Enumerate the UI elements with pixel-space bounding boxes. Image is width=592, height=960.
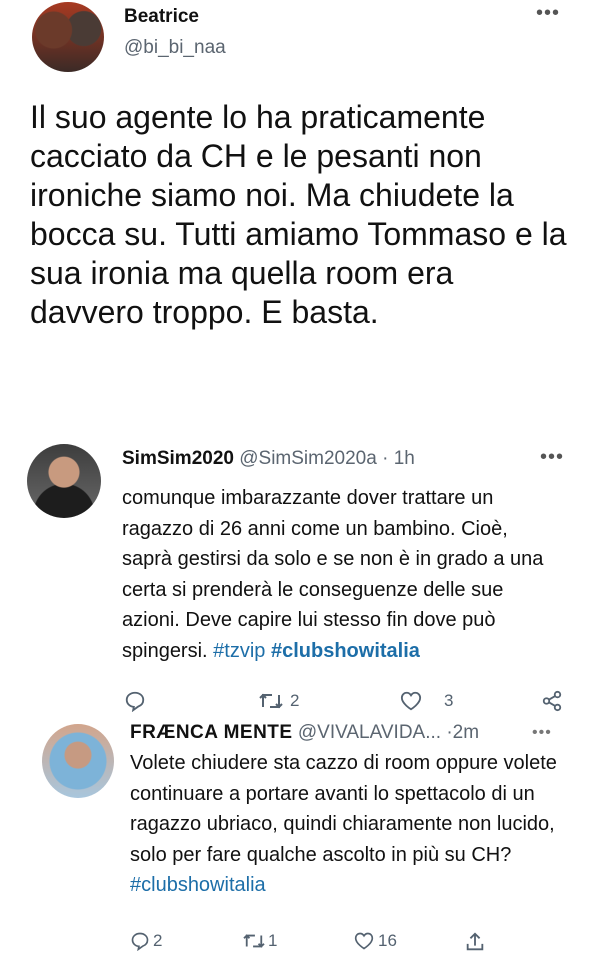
reply1-retweet-count: 2 [290, 691, 300, 710]
reply2-retweet-button[interactable]: 1 [242, 931, 277, 951]
reply2-handle[interactable]: @VIVALAVIDA... [298, 722, 441, 743]
reply2-body: Volete chiudere sta cazzo di room oppure… [130, 752, 557, 866]
reply-icon [124, 690, 146, 712]
reply1-reply-button[interactable] [124, 690, 146, 712]
more-icon[interactable]: ••• [536, 3, 560, 23]
reply2-like-count: 16 [378, 931, 397, 950]
reply2-share-button[interactable] [464, 931, 486, 953]
reply2-retweet-count: 1 [268, 931, 278, 950]
reply2-reply-button[interactable]: 2 [130, 931, 162, 951]
share-icon [464, 931, 486, 953]
reply1-time: · 1h [382, 448, 415, 469]
share-icon [540, 690, 564, 712]
like-icon [398, 690, 424, 712]
reply1-retweet-button[interactable]: 2 [258, 690, 299, 712]
more-icon[interactable]: ••• [532, 725, 552, 741]
main-tweet-text: Il suo agente lo ha praticamente cacciat… [30, 99, 567, 330]
reply1-handle[interactable]: @SimSim2020a [239, 448, 377, 469]
reply1-like-count: 3 [444, 691, 454, 710]
reply2-like-button[interactable]: 16 [352, 931, 397, 951]
like-icon [352, 931, 376, 951]
reply-icon [130, 931, 150, 951]
retweet-icon [242, 931, 266, 951]
reply2-text: Volete chiudere sta cazzo di room oppure… [130, 748, 570, 901]
main-tweet-avatar[interactable] [32, 2, 104, 72]
reply2-header: FRÆNCA MENTE @VIVALAVIDA... ·2m [130, 722, 479, 744]
more-icon[interactable]: ••• [540, 447, 564, 467]
reply1-avatar[interactable] [27, 444, 101, 518]
reply1-hashtag-tzvip[interactable]: #tzvip [213, 640, 265, 662]
retweet-icon [258, 690, 284, 712]
main-tweet-display-name[interactable]: Beatrice [124, 6, 199, 28]
reply2-reply-count: 2 [153, 931, 163, 950]
reply1-header: SimSim2020 @SimSim2020a · 1h [122, 448, 415, 470]
reply1-text: comunque imbarazzante dover trattare un … [122, 483, 562, 666]
reply2-avatar[interactable] [42, 724, 114, 798]
reply2-hashtag-clubshowitalia[interactable]: #clubshowitalia [130, 874, 266, 896]
reply1-display-name[interactable]: SimSim2020 [122, 448, 234, 469]
reply2-time: ·2m [446, 722, 480, 743]
reply1-hashtag-clubshowitalia[interactable]: #clubshowitalia [271, 640, 420, 662]
reply2-display-name[interactable]: FRÆNCA MENTE [130, 722, 293, 743]
reply1-like-button[interactable]: 3 [398, 690, 453, 712]
main-tweet-handle[interactable]: @bi_bi_naa [124, 37, 226, 59]
reply1-body: comunque imbarazzante dover trattare un … [122, 487, 544, 662]
reply1-share-button[interactable] [540, 690, 564, 712]
